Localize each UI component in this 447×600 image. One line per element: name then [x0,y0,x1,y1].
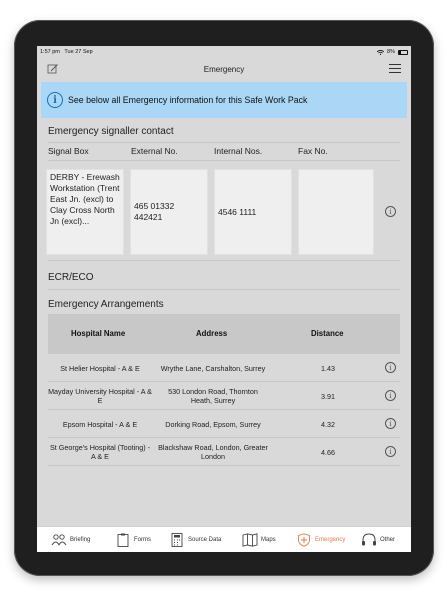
shield-cross-icon [298,533,310,547]
internal-nos-field[interactable]: 4546 1111 [214,169,292,255]
signaller-section-title: Emergency signaller contact [48,126,174,137]
tab-briefing[interactable]: Briefing [51,531,90,549]
hospital-distance: 4.32 [321,419,335,429]
edit-icon[interactable] [47,63,59,75]
tab-label: Maps [261,537,276,543]
app-screen: 1:57 pm Tue 27 Sep 8% Emergency i See be… [37,46,411,552]
info-icon: i [47,92,63,108]
hospital-address: 530 London Road, Thornton Heath, Surrey [168,387,258,405]
ecr-section-title: ECR/ECO [48,272,94,283]
hospital-distance: 1.43 [321,363,335,373]
divider [48,260,400,261]
tab-source-data[interactable]: Source Data [169,531,221,549]
tab-maps[interactable]: Maps [242,531,276,549]
nav-bar: Emergency [37,58,411,80]
table-row[interactable]: St George's Hospital (Tooting) - A & E B… [48,438,400,466]
hospital-name: Mayday University Hospital - A & E [48,387,152,405]
tab-label: Emergency [315,537,346,543]
status-time: 1:57 pm [40,49,60,55]
people-icon [51,534,67,546]
hospital-name: St Helier Hospital - A & E [60,363,140,373]
divider [48,289,400,290]
col-fax-no: Fax No. [298,146,328,156]
col-distance: Distance [311,329,344,338]
info-icon[interactable]: i [385,206,396,217]
fax-no-field[interactable] [298,169,374,255]
status-date: Tue 27 Sep [64,49,93,55]
page-title: Emergency [203,64,245,74]
table-row[interactable]: Epsom Hospital - A & E Dorking Road, Eps… [48,410,400,438]
divider [48,142,400,143]
external-no-field[interactable]: 465 01332 442421 [130,169,208,255]
col-external-no: External No. [131,146,178,156]
status-bar: 1:57 pm Tue 27 Sep 8% [37,46,411,58]
hospital-address: Blackshaw Road, London, Greater London [158,443,268,461]
signal-box-field[interactable]: DERBY - Erewash Workstation (Trent East … [46,169,124,255]
hospital-address: Wrythe Lane, Carshalton, Surrey [160,363,266,373]
info-banner: i See below all Emergency information fo… [41,82,407,118]
hospital-address: Dorking Road, Epsom, Surrey [165,419,261,429]
info-icon[interactable]: i [385,390,396,401]
banner-text: See below all Emergency information for … [68,95,308,105]
table-row[interactable]: St Helier Hospital - A & E Wrythe Lane, … [48,354,400,382]
tab-label: Other [380,537,396,543]
map-icon [242,533,258,547]
hospital-table-header: Hospital Name Address Distance [48,314,400,354]
battery-icon [398,49,408,55]
info-icon[interactable]: i [385,418,396,429]
hamburger-menu-icon[interactable] [389,64,401,74]
calculator-icon [171,533,183,547]
tab-other[interactable]: Other [361,531,395,549]
hospital-name: Epsom Hospital - A & E [62,419,138,429]
hospital-distance: 3.91 [321,391,335,401]
hospital-distance: 4.66 [321,447,335,457]
tab-label: Source Data [188,537,222,543]
divider [48,160,400,161]
col-internal-nos: Internal Nos. [214,146,263,156]
table-row[interactable]: Mayday University Hospital - A & E 530 L… [48,382,400,410]
info-icon[interactable]: i [385,446,396,457]
tab-bar: Briefing Forms Source Data Maps Emergenc… [37,526,411,552]
tab-label: Briefing [70,537,91,543]
arrangements-section-title: Emergency Arrangements [48,299,164,310]
hospital-name: St George's Hospital (Tooting) - A & E [49,443,151,461]
tab-forms[interactable]: Forms [115,531,151,549]
headset-icon [362,533,376,546]
col-hospital-name: Hospital Name [71,329,126,338]
col-address: Address [196,329,228,338]
col-signal-box: Signal Box [48,146,89,156]
tab-emergency[interactable]: Emergency [296,531,345,549]
tab-label: Forms [134,537,151,543]
clipboard-icon [117,533,129,547]
info-icon[interactable]: i [385,362,396,373]
battery-percent: 8% [387,49,395,55]
wifi-icon [377,49,385,55]
